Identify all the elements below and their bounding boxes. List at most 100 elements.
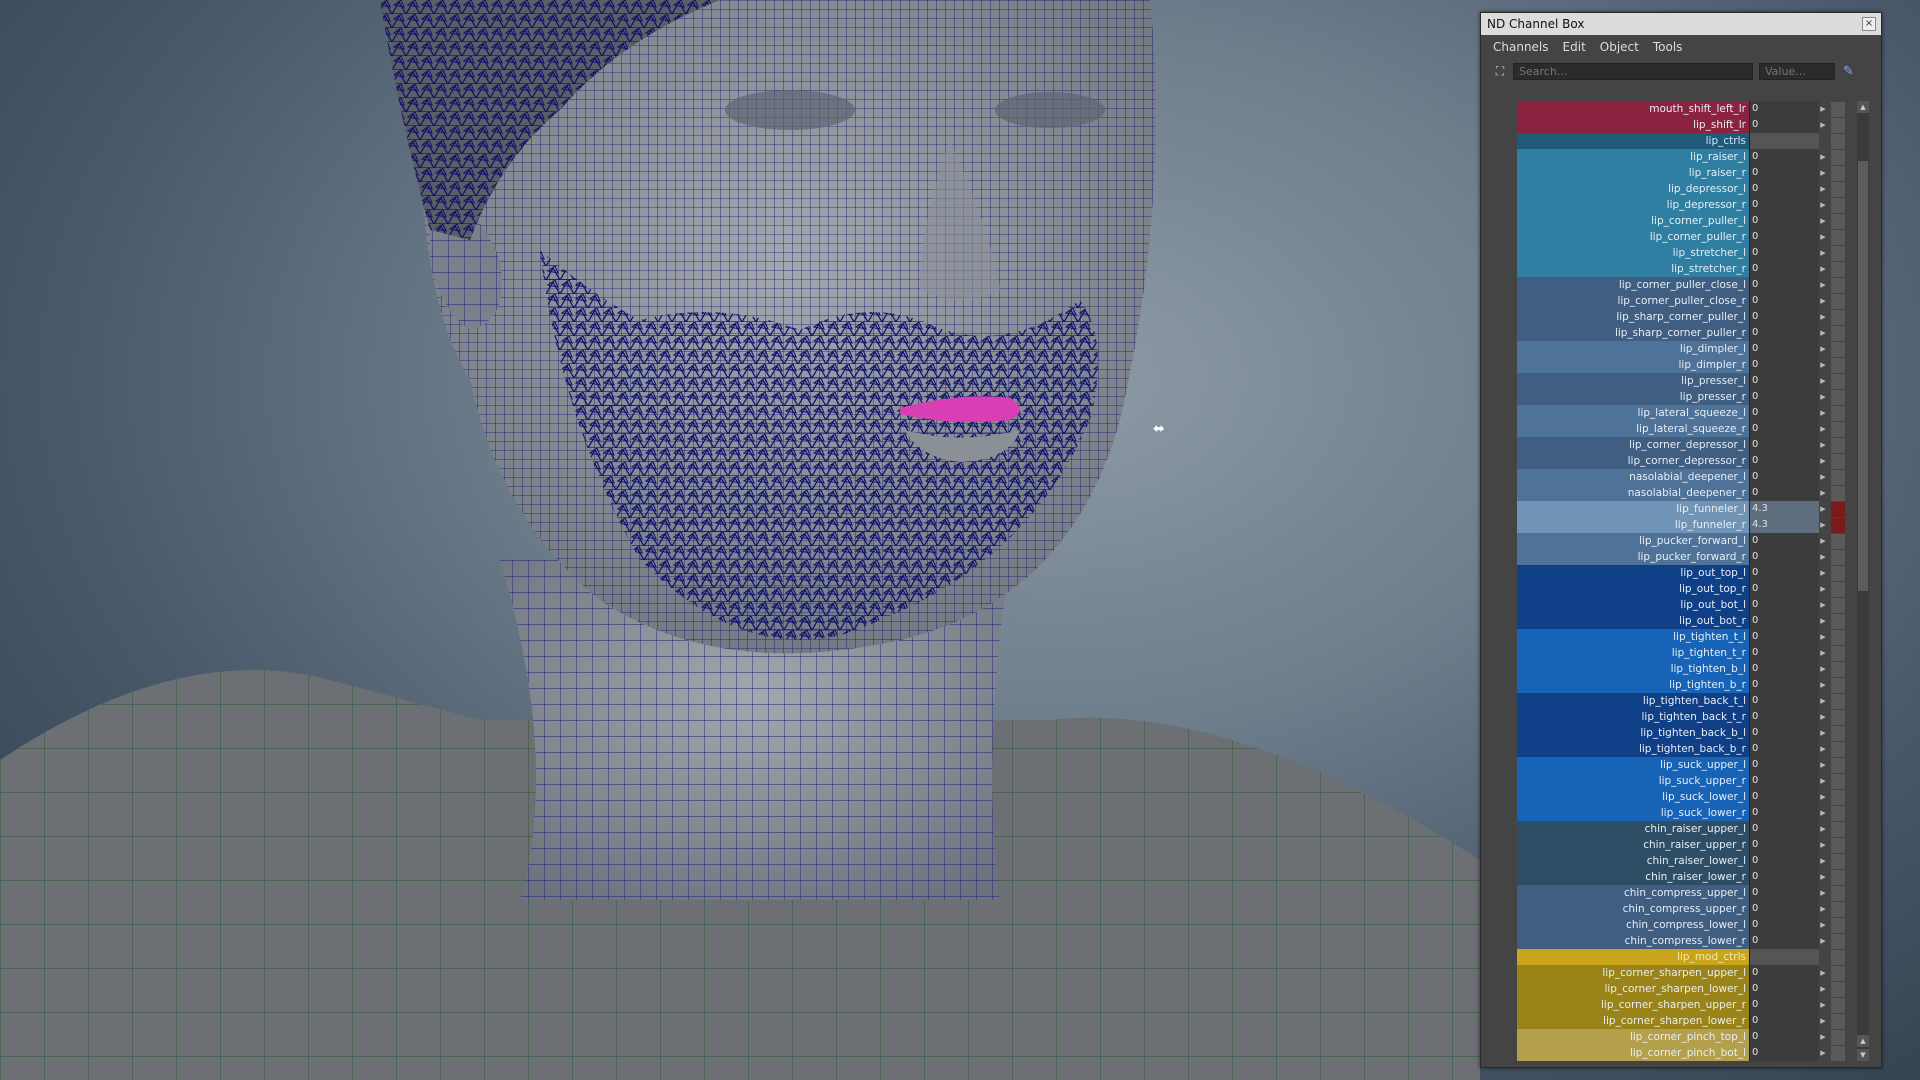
channel-row[interactable]: chin_compress_upper_r 0 ▶: [1517, 901, 1863, 917]
channel-name[interactable]: lip_lateral_squeeze_r: [1517, 421, 1749, 437]
channel-value[interactable]: 0: [1749, 741, 1819, 757]
channel-name[interactable]: lip_raiser_l: [1517, 149, 1749, 165]
channel-value[interactable]: 0: [1749, 325, 1819, 341]
channel-value[interactable]: 0: [1749, 101, 1819, 117]
expand-arrow-icon[interactable]: ▶: [1819, 601, 1827, 609]
search-input[interactable]: [1513, 62, 1753, 80]
scroll-up-icon[interactable]: ▲: [1857, 101, 1869, 113]
channel-name[interactable]: lip_corner_sharpen_lower_l: [1517, 981, 1749, 997]
scrollbar-thumb[interactable]: [1858, 161, 1868, 591]
select-icon[interactable]: ⛶: [1493, 64, 1507, 78]
channel-value[interactable]: 0: [1749, 277, 1819, 293]
channel-value[interactable]: 0: [1749, 773, 1819, 789]
channel-value[interactable]: 0: [1749, 645, 1819, 661]
expand-arrow-icon[interactable]: ▶: [1819, 985, 1827, 993]
expand-arrow-icon[interactable]: ▶: [1819, 153, 1827, 161]
channel-value[interactable]: 0: [1749, 197, 1819, 213]
channel-row[interactable]: lip_corner_pinch_top_l 0 ▶: [1517, 1029, 1863, 1045]
channel-row[interactable]: lip_corner_puller_r 0 ▶: [1517, 229, 1863, 245]
channel-name[interactable]: lip_lateral_squeeze_l: [1517, 405, 1749, 421]
expand-arrow-icon[interactable]: ▶: [1819, 473, 1827, 481]
channel-name[interactable]: lip_presser_l: [1517, 373, 1749, 389]
channel-name[interactable]: lip_out_top_l: [1517, 565, 1749, 581]
channel-row[interactable]: lip_raiser_r 0 ▶: [1517, 165, 1863, 181]
channel-row[interactable]: nasolabial_deepener_r 0 ▶: [1517, 485, 1863, 501]
channel-name[interactable]: lip_depressor_r: [1517, 197, 1749, 213]
channel-row[interactable]: lip_presser_r 0 ▶: [1517, 389, 1863, 405]
channel-row[interactable]: lip_depressor_r 0 ▶: [1517, 197, 1863, 213]
channel-name[interactable]: lip_tighten_b_r: [1517, 677, 1749, 693]
expand-arrow-icon[interactable]: ▶: [1819, 825, 1827, 833]
expand-arrow-icon[interactable]: ▶: [1819, 921, 1827, 929]
expand-arrow-icon[interactable]: ▶: [1819, 761, 1827, 769]
channel-name[interactable]: lip_stretcher_r: [1517, 261, 1749, 277]
head-wireframe-model[interactable]: [0, 0, 1480, 1080]
expand-arrow-icon[interactable]: ▶: [1819, 281, 1827, 289]
channel-value[interactable]: 0: [1749, 117, 1819, 133]
channel-row[interactable]: lip_tighten_b_l 0 ▶: [1517, 661, 1863, 677]
expand-arrow-icon[interactable]: ▶: [1819, 297, 1827, 305]
channel-row[interactable]: lip_dimpler_l 0 ▶: [1517, 341, 1863, 357]
channel-row[interactable]: lip_corner_sharpen_upper_r 0 ▶: [1517, 997, 1863, 1013]
expand-arrow-icon[interactable]: ▶: [1819, 697, 1827, 705]
expand-arrow-icon[interactable]: ▶: [1819, 249, 1827, 257]
channel-row[interactable]: lip_tighten_b_r 0 ▶: [1517, 677, 1863, 693]
channel-value[interactable]: 0: [1749, 1013, 1819, 1029]
channel-value[interactable]: 0: [1749, 261, 1819, 277]
channel-value[interactable]: 0: [1749, 1029, 1819, 1045]
channel-name[interactable]: lip_ctrls: [1517, 133, 1749, 149]
window-titlebar[interactable]: ND Channel Box ×: [1481, 13, 1881, 35]
channel-row[interactable]: lip_dimpler_r 0 ▶: [1517, 357, 1863, 373]
channel-name[interactable]: lip_dimpler_r: [1517, 357, 1749, 373]
channel-name[interactable]: lip_corner_sharpen_upper_l: [1517, 965, 1749, 981]
channel-row[interactable]: chin_raiser_lower_r 0 ▶: [1517, 869, 1863, 885]
channel-row[interactable]: lip_corner_depressor_r 0 ▶: [1517, 453, 1863, 469]
channel-value[interactable]: 0: [1749, 245, 1819, 261]
channel-row[interactable]: lip_corner_sharpen_upper_l 0 ▶: [1517, 965, 1863, 981]
expand-arrow-icon[interactable]: ▶: [1819, 681, 1827, 689]
expand-arrow-icon[interactable]: ▶: [1819, 633, 1827, 641]
channel-row[interactable]: lip_corner_puller_close_l 0 ▶: [1517, 277, 1863, 293]
channel-name[interactable]: chin_raiser_upper_r: [1517, 837, 1749, 853]
expand-arrow-icon[interactable]: ▶: [1819, 313, 1827, 321]
expand-arrow-icon[interactable]: ▶: [1819, 745, 1827, 753]
channel-value[interactable]: 0: [1749, 805, 1819, 821]
channel-value[interactable]: 0: [1749, 469, 1819, 485]
expand-arrow-icon[interactable]: ▶: [1819, 1049, 1827, 1057]
channel-name[interactable]: lip_funneler_r: [1517, 517, 1749, 533]
channel-row[interactable]: chin_compress_lower_l 0 ▶: [1517, 917, 1863, 933]
channel-value[interactable]: 4.3: [1749, 501, 1819, 517]
channel-value[interactable]: 0: [1749, 485, 1819, 501]
channel-row[interactable]: lip_stretcher_r 0 ▶: [1517, 261, 1863, 277]
channel-name[interactable]: lip_funneler_l: [1517, 501, 1749, 517]
channel-row[interactable]: lip_presser_l 0 ▶: [1517, 373, 1863, 389]
scroll-down-icon[interactable]: ▼: [1857, 1049, 1869, 1061]
channel-value[interactable]: 0: [1749, 533, 1819, 549]
channel-name[interactable]: lip_corner_puller_l: [1517, 213, 1749, 229]
channel-name[interactable]: lip_depressor_l: [1517, 181, 1749, 197]
channel-name[interactable]: lip_suck_upper_l: [1517, 757, 1749, 773]
channel-name[interactable]: lip_corner_sharpen_upper_r: [1517, 997, 1749, 1013]
channel-value[interactable]: 0: [1749, 565, 1819, 581]
expand-arrow-icon[interactable]: ▶: [1819, 793, 1827, 801]
channel-name[interactable]: lip_out_bot_r: [1517, 613, 1749, 629]
channel-value[interactable]: [1749, 133, 1819, 149]
channel-name[interactable]: lip_tighten_t_r: [1517, 645, 1749, 661]
expand-arrow-icon[interactable]: ▶: [1819, 377, 1827, 385]
channel-row[interactable]: chin_raiser_upper_l 0 ▶: [1517, 821, 1863, 837]
channel-row[interactable]: lip_lateral_squeeze_r 0 ▶: [1517, 421, 1863, 437]
expand-arrow-icon[interactable]: ▶: [1819, 905, 1827, 913]
channel-name[interactable]: lip_mod_ctrls: [1517, 949, 1749, 965]
channel-row[interactable]: lip_tighten_back_t_l 0 ▶: [1517, 693, 1863, 709]
channel-value[interactable]: 0: [1749, 901, 1819, 917]
channel-value[interactable]: 0: [1749, 677, 1819, 693]
channel-value[interactable]: 0: [1749, 373, 1819, 389]
channel-name[interactable]: lip_corner_sharpen_lower_r: [1517, 1013, 1749, 1029]
channel-row[interactable]: lip_corner_depressor_l 0 ▶: [1517, 437, 1863, 453]
channel-name[interactable]: chin_raiser_lower_l: [1517, 853, 1749, 869]
channel-value[interactable]: 0: [1749, 549, 1819, 565]
channel-value[interactable]: 0: [1749, 181, 1819, 197]
channel-name[interactable]: lip_suck_upper_r: [1517, 773, 1749, 789]
channel-value[interactable]: 0: [1749, 1045, 1819, 1061]
channel-value[interactable]: 0: [1749, 629, 1819, 645]
